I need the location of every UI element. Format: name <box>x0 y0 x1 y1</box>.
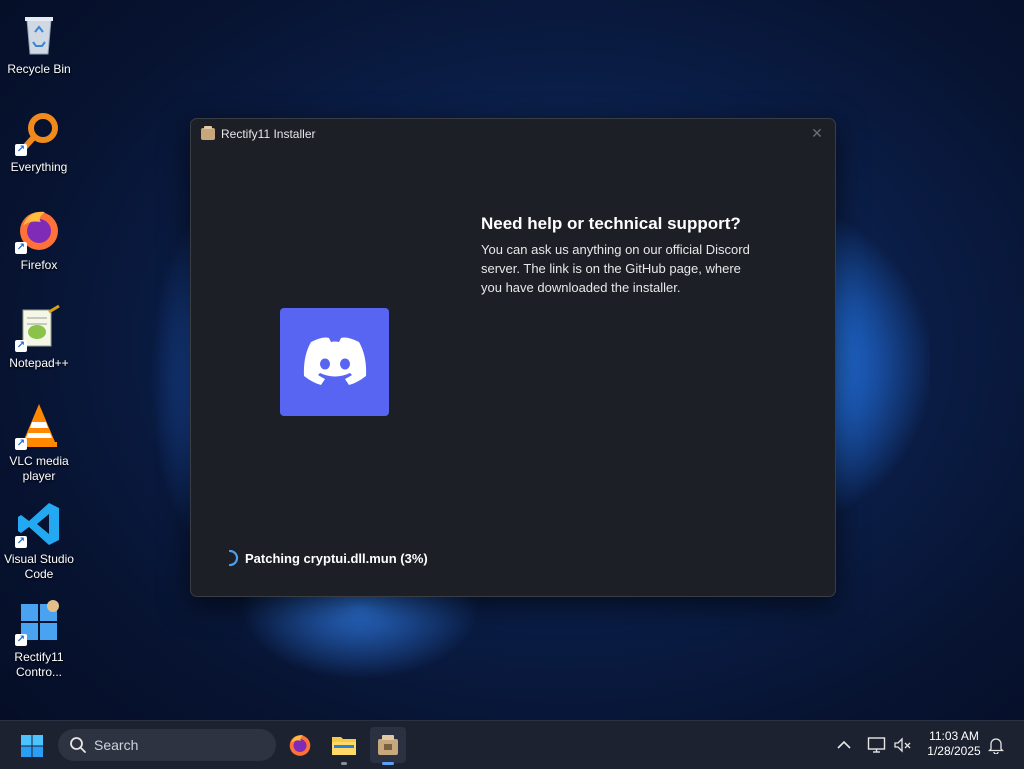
taskbar: Search 11:03 AM 1/28/2025 <box>0 720 1024 769</box>
taskbar-app-rectify11-installer[interactable] <box>370 727 406 765</box>
vlc-icon: ↗ <box>15 402 63 450</box>
clock-time: 11:03 AM <box>929 729 979 743</box>
firefox-icon <box>289 735 311 756</box>
progress-spinner-icon <box>221 549 239 567</box>
shortcut-arrow-icon: ↗ <box>15 438 27 450</box>
chevron-up-icon <box>837 740 851 749</box>
installer-app-icon <box>201 126 215 140</box>
desktop-icon-vlc[interactable]: ↗ VLC media player <box>0 396 78 484</box>
shortcut-arrow-icon: ↗ <box>15 242 27 254</box>
help-body: You can ask us anything on our official … <box>481 242 750 295</box>
windows-logo-icon <box>21 735 43 757</box>
notepad-plus-plus-icon: ↗ <box>15 304 63 352</box>
speaker-muted-icon <box>894 737 911 753</box>
window-titlebar[interactable]: Rectify11 Installer ✕ <box>191 119 835 149</box>
shortcut-arrow-icon: ↗ <box>15 144 27 156</box>
desktop-icon-label: Recycle Bin <box>7 62 71 76</box>
running-indicator <box>341 762 347 765</box>
desktop-icon-recycle-bin[interactable]: Recycle Bin <box>0 4 78 77</box>
shortcut-arrow-icon: ↗ <box>15 536 27 548</box>
window-title: Rectify11 Installer <box>221 127 316 141</box>
rectify11-control-icon: ↗ <box>15 598 63 646</box>
taskbar-app-firefox[interactable] <box>282 727 318 763</box>
install-status: Patching cryptui.dll.mun (3%) <box>221 549 428 567</box>
show-hidden-icons-button[interactable] <box>834 733 854 757</box>
desktop-icon-label: Rectify11 Contro... <box>14 650 64 679</box>
network-status-button[interactable] <box>866 733 888 757</box>
desktop-icon-vscode[interactable]: ↗ Visual Studio Code <box>0 494 78 582</box>
vscode-icon: ↗ <box>15 500 63 548</box>
everything-search-icon: ↗ <box>15 108 63 156</box>
start-button[interactable] <box>20 734 44 758</box>
taskbar-clock[interactable]: 11:03 AM 1/28/2025 <box>920 729 988 759</box>
discord-icon <box>303 337 366 385</box>
shortcut-arrow-icon: ↗ <box>15 634 27 646</box>
help-heading: Need help or technical support? <box>481 214 741 233</box>
volume-button[interactable] <box>892 733 914 757</box>
desktop-icon-label: Everything <box>10 160 68 174</box>
desktop-icon-label: Visual Studio Code <box>4 552 74 581</box>
recycle-bin-icon <box>15 10 63 58</box>
status-text: Patching cryptui.dll.mun (3%) <box>245 550 428 566</box>
search-icon <box>68 735 88 755</box>
file-explorer-icon <box>332 737 356 755</box>
active-indicator <box>382 762 394 765</box>
rectify11-installer-icon <box>378 735 398 755</box>
shortcut-arrow-icon: ↗ <box>15 340 27 352</box>
notifications-button[interactable] <box>986 733 1006 757</box>
clock-date: 1/28/2025 <box>927 744 981 758</box>
taskbar-app-file-explorer[interactable] <box>326 727 362 765</box>
desktop-icon-label: Notepad++ <box>9 356 69 370</box>
desktop-icon-everything[interactable]: ↗ Everything <box>0 102 78 175</box>
bell-icon <box>988 738 1004 754</box>
search-label: Search <box>94 737 139 753</box>
discord-logo <box>280 308 389 416</box>
desktop-icon-firefox[interactable]: ↗ Firefox <box>0 200 78 273</box>
installer-window: Rectify11 Installer ✕ Need help or techn… <box>190 118 836 597</box>
taskbar-search-box[interactable]: Search <box>58 729 276 761</box>
network-icon <box>867 737 886 753</box>
desktop-icon-rectify11-control[interactable]: ↗ Rectify11 Contro... <box>0 592 78 680</box>
desktop-icon-notepad-plus-plus[interactable]: ↗ Notepad++ <box>0 298 78 371</box>
desktop-icon-label: VLC media player <box>9 454 69 483</box>
firefox-icon: ↗ <box>15 206 63 254</box>
desktop-icon-label: Firefox <box>20 258 58 272</box>
close-icon[interactable]: ✕ <box>807 124 827 144</box>
